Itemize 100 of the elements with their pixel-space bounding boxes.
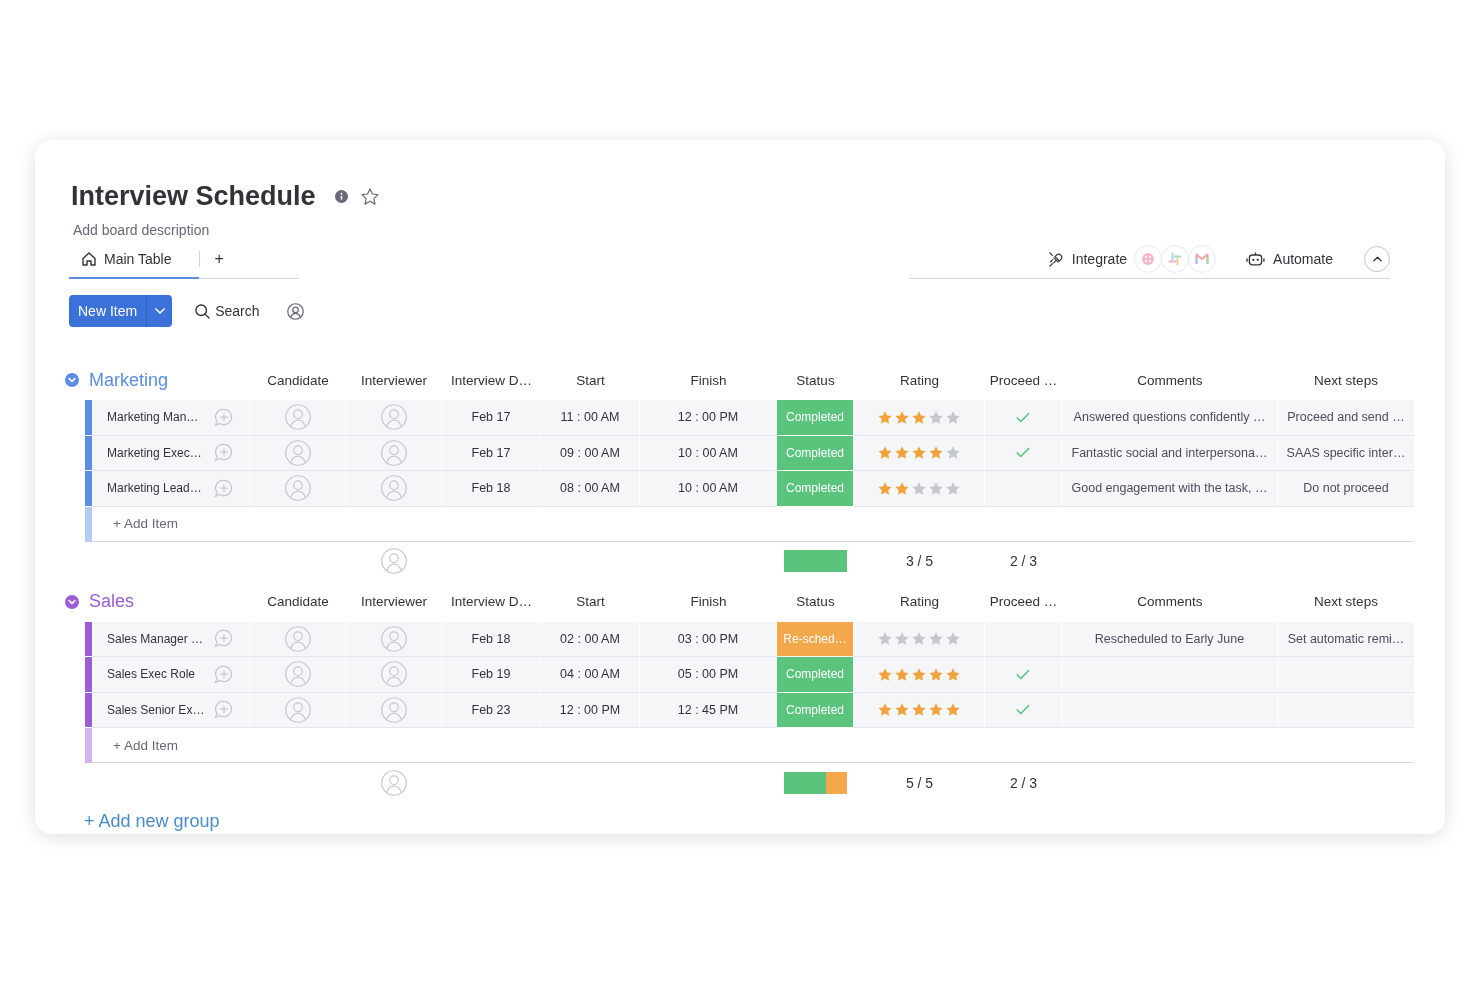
avatar-icon[interactable]	[380, 439, 407, 466]
item-name[interactable]: Marketing Exec…	[107, 445, 202, 460]
avatar-icon[interactable]	[284, 439, 311, 466]
table-cell: 02 : 00 AM	[541, 621, 640, 657]
avatar-icon[interactable]	[284, 625, 311, 652]
summary-text: 5 / 5	[905, 774, 934, 791]
check-icon	[1016, 704, 1030, 716]
star-icon[interactable]	[929, 446, 943, 460]
info-icon[interactable]	[334, 189, 348, 203]
chat-plus-icon[interactable]	[214, 407, 233, 427]
star-icon[interactable]	[912, 481, 926, 495]
star-icon[interactable]	[929, 703, 943, 717]
new-item-button[interactable]: New Item	[69, 295, 147, 327]
table-cell: Feb 18	[442, 621, 541, 657]
item-name[interactable]: Sales Exec Role	[107, 667, 196, 682]
star-icon[interactable]	[895, 703, 909, 717]
avatar-icon[interactable]	[380, 661, 407, 688]
chat-plus-icon[interactable]	[214, 478, 233, 498]
star-icon[interactable]	[912, 667, 926, 681]
chat-plus-icon[interactable]	[214, 700, 233, 720]
view-tab[interactable]: Main Table	[69, 240, 200, 279]
table-cell: Feb 23	[442, 692, 541, 728]
avatar-icon[interactable]	[284, 404, 311, 431]
star-icon[interactable]	[878, 667, 892, 681]
avatar-icon[interactable]	[284, 475, 311, 502]
add-item-field[interactable]: + Add Item	[113, 735, 1414, 755]
group-title[interactable]: Sales	[89, 591, 135, 612]
star-icon[interactable]	[878, 446, 892, 460]
star-icon[interactable]	[946, 632, 960, 646]
status-summary-bar	[784, 771, 847, 794]
table-cell: Feb 17	[442, 400, 541, 436]
star-icon[interactable]	[912, 446, 926, 460]
avatar-icon[interactable]	[380, 404, 407, 431]
column-header: Interviewer	[361, 594, 427, 609]
item-name[interactable]: Sales Manager …	[107, 631, 204, 646]
item-name[interactable]: Marketing Man…	[107, 410, 199, 425]
group-toggle-icon[interactable]	[65, 594, 79, 609]
item-name[interactable]: Sales Senior Ex…	[107, 702, 205, 717]
column-header: Interview D…	[451, 372, 532, 388]
add-item-field[interactable]: + Add Item	[113, 513, 1414, 534]
column-header: Next steps	[1314, 594, 1378, 609]
column-header: Interviewer	[361, 372, 427, 388]
star-icon[interactable]	[929, 667, 943, 681]
star-icon[interactable]	[878, 632, 892, 646]
star-icon[interactable]	[878, 481, 892, 495]
star-icon[interactable]	[895, 446, 909, 460]
dots-app-icon[interactable]	[1134, 245, 1163, 273]
table-cell: Proceed and send …	[1278, 400, 1414, 436]
star-icon[interactable]	[912, 632, 926, 646]
star-icon[interactable]	[946, 446, 960, 460]
item-name[interactable]: Marketing Lead…	[107, 481, 202, 496]
star-icon[interactable]	[895, 410, 909, 424]
star-icon[interactable]	[946, 703, 960, 717]
board-title: Interview Schedule	[71, 180, 316, 213]
star-icon[interactable]	[929, 481, 943, 495]
avatar-icon[interactable]	[380, 625, 407, 652]
person-icon[interactable]	[287, 302, 305, 320]
table-cell: Answered questions confidently …	[1062, 400, 1278, 436]
avatar-icon[interactable]	[284, 696, 311, 723]
avatar-icon[interactable]	[380, 696, 407, 723]
robot-icon	[1246, 251, 1266, 267]
star-icon[interactable]	[895, 481, 909, 495]
group-toggle-icon[interactable]	[65, 373, 79, 387]
board-description[interactable]: Add board description	[73, 221, 210, 239]
summary-text: 3 / 5	[905, 553, 934, 569]
column-header: Comments	[1137, 372, 1203, 388]
caret-icon	[154, 308, 165, 314]
star-icon[interactable]	[929, 632, 943, 646]
table-cell: Fantastic social and interpersona…	[1062, 435, 1278, 471]
search-button[interactable]: Search	[195, 303, 260, 319]
chat-plus-icon[interactable]	[214, 664, 233, 684]
star-icon[interactable]	[912, 410, 926, 424]
check-icon	[1016, 447, 1030, 459]
dropdown-button[interactable]	[146, 295, 173, 327]
integrate-button[interactable]: Integrate	[1048, 251, 1128, 267]
avatar-icon[interactable]	[380, 475, 407, 502]
mail-app-icon[interactable]	[1188, 245, 1217, 273]
table-cell: 10 : 00 AM	[640, 471, 777, 507]
star-icon[interactable]	[912, 703, 926, 717]
hash-app-icon[interactable]	[1161, 245, 1190, 273]
star-icon[interactable]	[946, 410, 960, 424]
table-cell: 12 : 00 PM	[541, 692, 640, 728]
chat-plus-icon[interactable]	[214, 443, 233, 463]
star-icon[interactable]	[895, 632, 909, 646]
add-view-button[interactable]: +	[210, 250, 228, 268]
avatar-icon[interactable]	[284, 661, 311, 688]
star-icon[interactable]	[878, 410, 892, 424]
star-icon[interactable]	[360, 187, 379, 205]
collapse-button[interactable]	[1364, 246, 1390, 272]
automate-button[interactable]: Automate	[1246, 251, 1333, 267]
star-icon[interactable]	[946, 481, 960, 495]
chat-plus-icon[interactable]	[214, 629, 233, 649]
star-icon[interactable]	[878, 703, 892, 717]
table-cell: Rescheduled to Early June	[1062, 621, 1278, 657]
avatar-icon	[381, 769, 407, 796]
add-group-link[interactable]: + Add new group	[84, 810, 220, 832]
star-icon[interactable]	[946, 667, 960, 681]
column-header: Candidate	[267, 372, 329, 388]
star-icon[interactable]	[895, 667, 909, 681]
star-icon[interactable]	[929, 410, 943, 424]
